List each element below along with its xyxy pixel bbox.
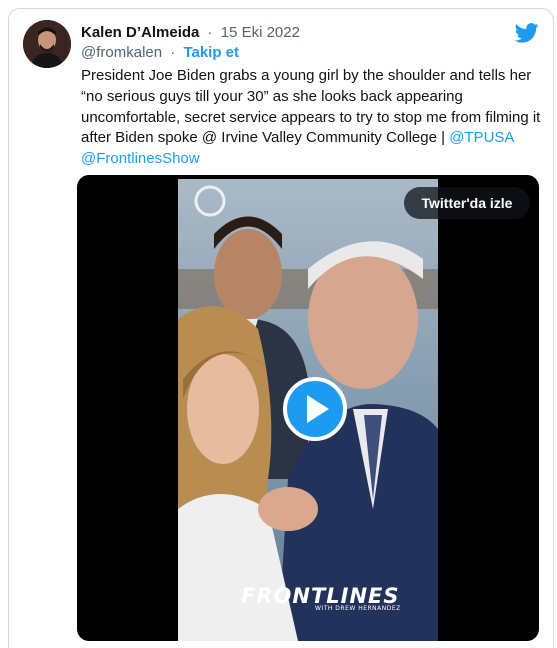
tweet-text-line: uncomfortable, secret service appears to… [81, 108, 541, 126]
separator-dot: · [170, 44, 176, 61]
twitter-bird-icon[interactable] [514, 23, 539, 43]
tweet-text-line: “no serious guys till your 30” as she lo… [81, 87, 463, 105]
separator-dot: · [207, 24, 213, 41]
play-triangle [307, 395, 329, 423]
tweet-text-line: after Biden spoke @ Irvine Valley Commun… [81, 129, 450, 147]
tweet-subheader: @fromkalen · Takip et [81, 43, 239, 63]
mention-tpusa[interactable]: @TPUSA [449, 129, 514, 146]
play-icon[interactable] [283, 377, 347, 441]
mention-frontlines[interactable]: @FrontlinesShow [81, 150, 200, 167]
author-handle[interactable]: @fromkalen [81, 44, 162, 61]
tweet-text: President Joe Biden grabs a young girl b… [81, 66, 549, 170]
tweet-date[interactable]: 15 Eki 2022 [221, 24, 300, 41]
author-name[interactable]: Kalen D’Almeida [81, 24, 199, 41]
video-watermark-sub: WITH DREW HERNANDEZ [315, 605, 401, 612]
follow-button[interactable]: Takip et [183, 44, 239, 61]
tweet-text-line: President Joe Biden grabs a young girl b… [81, 67, 532, 84]
author-avatar[interactable] [23, 20, 71, 68]
watch-on-twitter-button[interactable]: Twitter'da izle [404, 187, 530, 219]
tweet-card: Kalen D’Almeida · 15 Eki 2022 @fromkalen… [8, 8, 554, 648]
tweet-header: Kalen D’Almeida · 15 Eki 2022 [81, 23, 300, 43]
